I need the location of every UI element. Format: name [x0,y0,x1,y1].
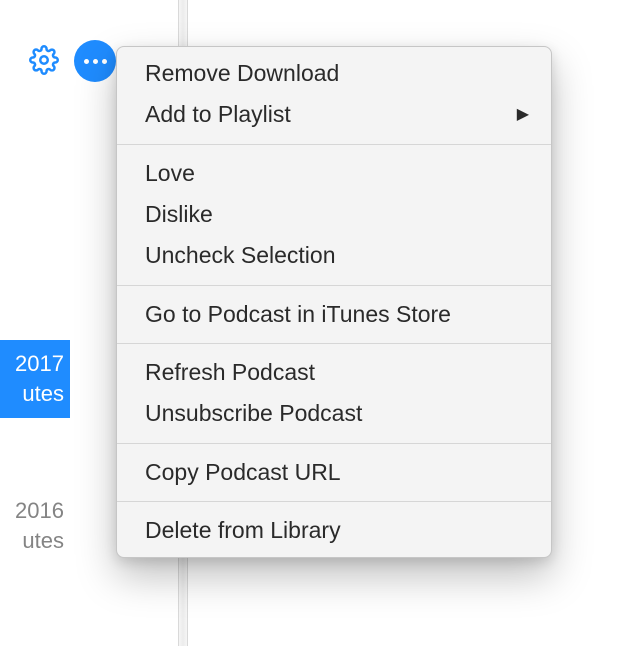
settings-button[interactable] [26,42,62,78]
menu-item[interactable]: Add to Playlist ▶ [117,94,551,135]
menu-item[interactable]: Unsubscribe Podcast [117,393,551,434]
menu-separator [117,144,551,145]
menu-item-label: Dislike [145,198,213,231]
menu-item-label: Delete from Library [145,514,341,547]
menu-item-label: Refresh Podcast [145,356,315,389]
menu-item[interactable]: Uncheck Selection [117,235,551,276]
menu-item-label: Unsubscribe Podcast [145,397,362,430]
menu-item[interactable]: Remove Download [117,53,551,94]
menu-separator [117,443,551,444]
menu-item-label: Copy Podcast URL [145,456,341,489]
menu-item-label: Add to Playlist [145,98,291,131]
menu-item[interactable]: Delete from Library [117,510,551,551]
menu-item[interactable]: Refresh Podcast [117,352,551,393]
menu-item[interactable]: Dislike [117,194,551,235]
menu-item-label: Love [145,157,195,190]
context-menu: Remove Download Add to Playlist ▶ Love Disli… [116,46,552,558]
menu-separator [117,285,551,286]
menu-item[interactable]: Go to Podcast in iTunes Store [117,294,551,335]
gear-icon [29,45,59,75]
menu-separator [117,501,551,502]
menu-item-label: Uncheck Selection [145,239,336,272]
menu-item[interactable]: Copy Podcast URL [117,452,551,493]
menu-item-label: Remove Download [145,57,339,90]
list-item-selected[interactable]: 2017 utes [0,340,70,418]
list-item-year: 2016 [15,496,64,526]
list-item-year: 2017 [15,349,64,379]
list-item-duration: utes [22,379,64,409]
list-item-duration: utes [22,526,64,556]
menu-item-label: Go to Podcast in iTunes Store [145,298,451,331]
list-item[interactable]: 2016 utes [0,496,70,555]
menu-separator [117,343,551,344]
more-options-button[interactable] [74,40,116,82]
menu-item[interactable]: Love [117,153,551,194]
chevron-right-icon: ▶ [517,103,529,126]
more-horizontal-icon [84,59,107,64]
